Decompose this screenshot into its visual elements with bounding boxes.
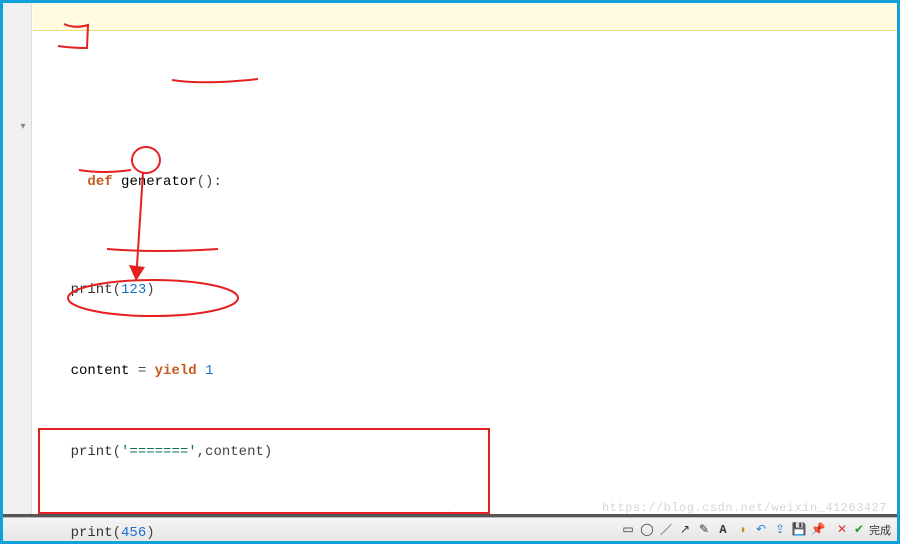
number: 123 [121, 282, 146, 298]
gutter [3, 3, 32, 518]
code-line: content = yield 1 [37, 358, 891, 385]
number: 456 [121, 525, 146, 541]
punct: ) [146, 525, 154, 541]
punct: ( [113, 525, 121, 541]
punct: ,content) [197, 444, 273, 460]
ide-editor: ▾ def generator(): print(123) content = … [0, 0, 900, 544]
function-name: generator [113, 174, 197, 190]
current-line-highlight [33, 3, 897, 31]
space [197, 363, 205, 379]
watermark: https://blog.csdn.net/weixin_41263427 [602, 501, 887, 515]
fold-icon[interactable]: ▾ [17, 122, 29, 134]
punct: = [138, 363, 155, 379]
code-line: print(123) [37, 277, 891, 304]
builtin-print: print [37, 444, 113, 460]
code-line: ▾ def generator(): [37, 115, 891, 223]
punct: ( [113, 444, 121, 460]
builtin-print: print [37, 525, 113, 541]
punct: ( [113, 282, 121, 298]
keyword-yield: yield [155, 363, 197, 379]
string: '=======' [121, 444, 197, 460]
number: 1 [205, 363, 213, 379]
punct: (): [197, 174, 222, 190]
code-area[interactable]: ▾ def generator(): print(123) content = … [33, 3, 897, 518]
code-line: print('=======',content) [37, 439, 891, 466]
code-line: print(456) [37, 520, 891, 547]
builtin-print: print [37, 282, 113, 298]
keyword-def: def [87, 174, 112, 190]
punct: ) [146, 282, 154, 298]
identifier: content [37, 363, 138, 379]
